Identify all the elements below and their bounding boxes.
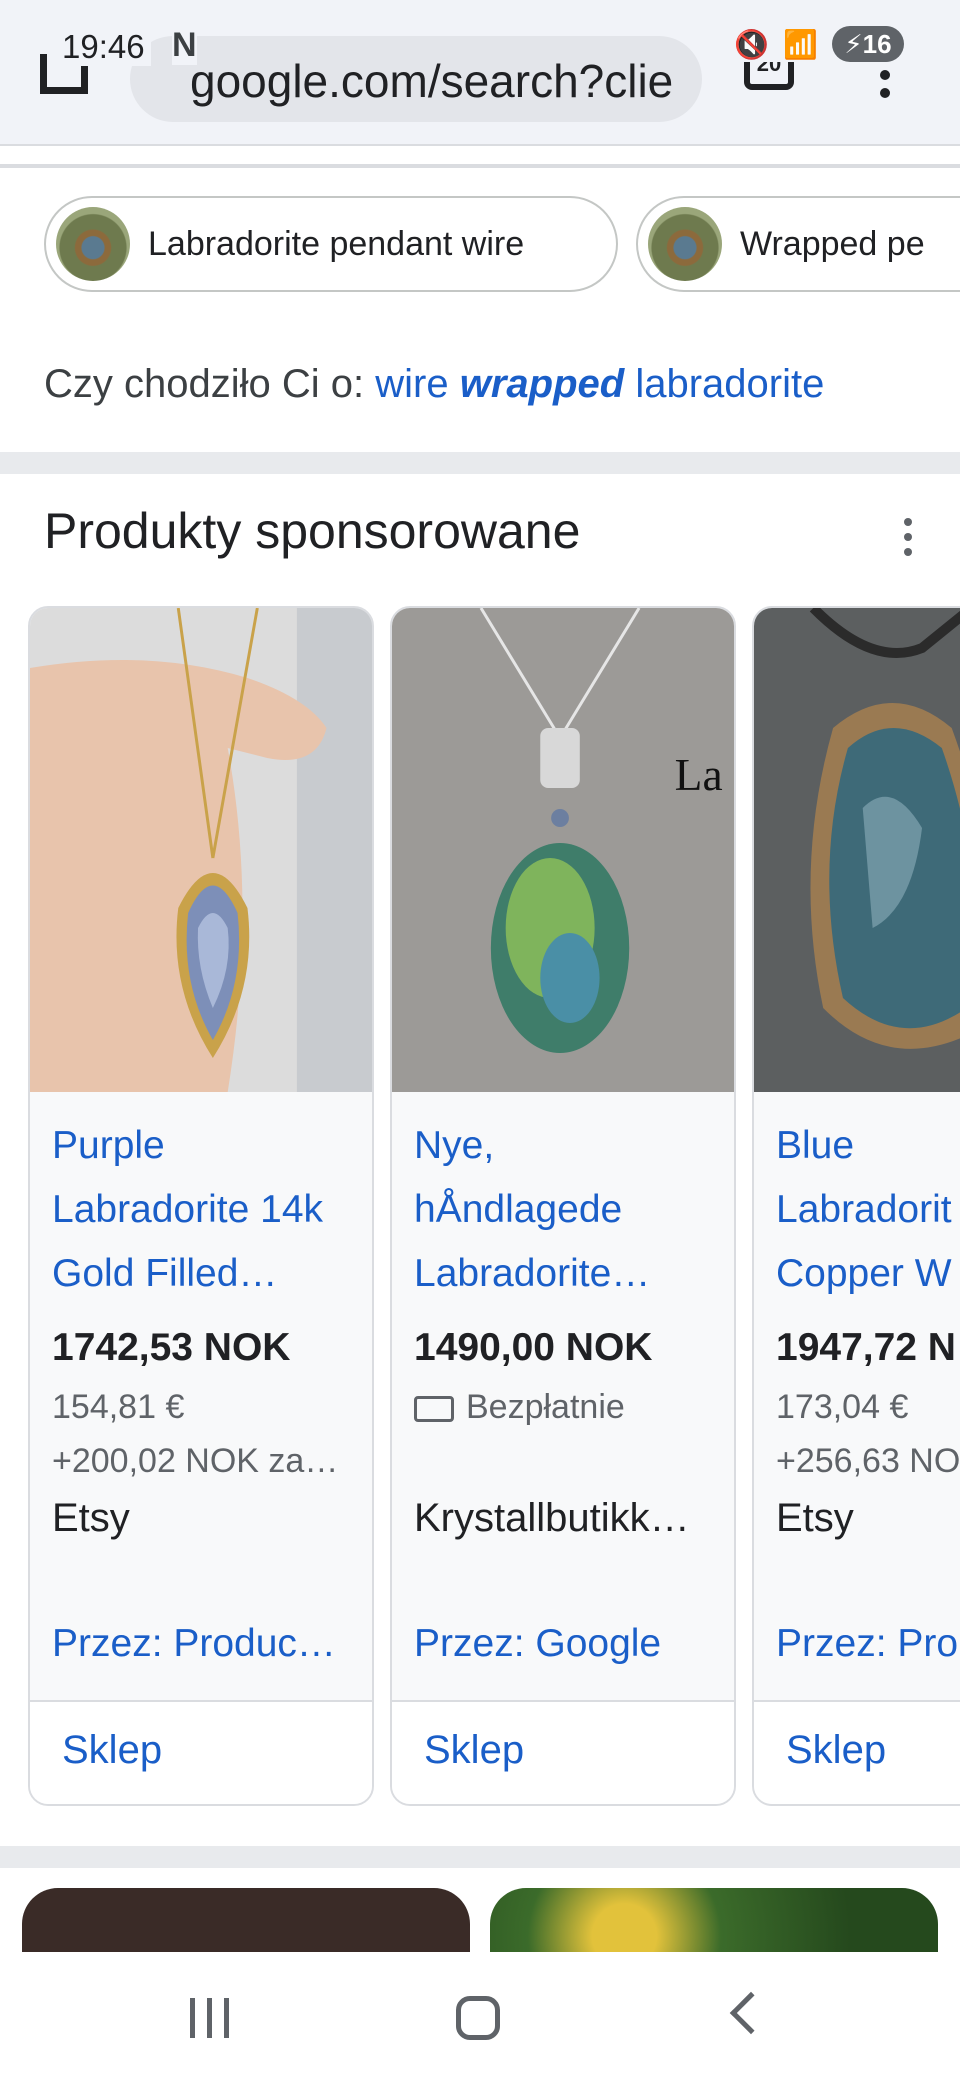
section-separator: [0, 452, 960, 474]
chip-wrapped-pendant[interactable]: Wrapped pe: [636, 196, 960, 292]
product-source[interactable]: Przez: Google: [414, 1622, 661, 1666]
free-shipping: Bezpłatnie: [414, 1388, 625, 1427]
shop-button[interactable]: Sklep: [30, 1700, 372, 1804]
product-seller: Etsy: [52, 1496, 130, 1540]
battery-level: 16: [862, 28, 892, 59]
suggest-word: labradorite: [635, 362, 825, 406]
product-price: 1742,53 NOK: [52, 1326, 291, 1369]
url-text: google.com/search?clie: [190, 55, 674, 107]
product-seller: Krystallbutikk…: [414, 1496, 690, 1540]
product-price: 1490,00 NOK: [414, 1326, 653, 1369]
notification-icon: N: [172, 26, 197, 65]
chip-thumbnail: [648, 207, 722, 281]
product-image: [30, 608, 372, 1092]
system-nav-bar: [0, 1952, 960, 2080]
shop-button-label: Sklep: [786, 1728, 887, 1772]
wifi-icon: 📶: [783, 28, 818, 60]
shop-button[interactable]: Sklep: [392, 1700, 734, 1804]
chip-label: Wrapped pe: [740, 224, 925, 263]
divider: [0, 164, 960, 168]
product-price: 1947,72 N: [776, 1326, 956, 1369]
sponsored-products-carousel[interactable]: Purple Labradorite 14k Gold Filled… 1742…: [0, 606, 960, 1806]
chip-labradorite-pendant-wire[interactable]: Labradorite pendant wire: [44, 196, 618, 292]
did-you-mean: Czy chodziło Ci o: wire wrapped labrador…: [44, 362, 824, 407]
product-info: Purple Labradorite 14k Gold Filled… 1742…: [30, 1092, 372, 1672]
back-icon[interactable]: [729, 1991, 773, 2035]
product-title[interactable]: Purple Labradorite 14k Gold Filled…: [52, 1114, 362, 1306]
svg-text:La: La: [675, 749, 723, 800]
did-you-mean-prefix: Czy chodziło Ci o:: [44, 362, 365, 406]
shop-button[interactable]: Sklep: [754, 1700, 960, 1804]
product-price-secondary: 154,81 €: [52, 1388, 185, 1426]
product-card[interactable]: Purple Labradorite 14k Gold Filled… 1742…: [28, 606, 374, 1806]
battery-icon: ⚡ 16: [832, 26, 904, 62]
result-image[interactable]: [490, 1888, 938, 1952]
chip-thumbnail: [56, 207, 130, 281]
section-separator: [0, 1846, 960, 1868]
product-source[interactable]: Przez: Produc…: [52, 1622, 336, 1666]
product-info: Nye, hÅndlagede Labradorite… 1490,00 NOK…: [392, 1092, 734, 1672]
did-you-mean-link[interactable]: wire wrapped labradorite: [375, 362, 824, 406]
image-results-row: [0, 1888, 960, 1952]
shipping-label: Bezpłatnie: [466, 1388, 625, 1426]
home-button-icon[interactable]: [456, 1996, 500, 2040]
divider: [0, 144, 960, 146]
product-title[interactable]: Blue Labradorit Copper W: [776, 1114, 960, 1306]
section-title: Produkty sponsorowane: [44, 503, 581, 559]
suggest-word-corrected: wrapped: [459, 362, 625, 406]
browser-top-bar: google.com/search?clie 20 19:46 N 🔇 📶 ⚡ 1…: [0, 0, 960, 146]
more-options-icon[interactable]: [904, 518, 912, 556]
product-source[interactable]: Przez: Pro: [776, 1622, 958, 1666]
product-shipping: +256,63 NO: [776, 1442, 960, 1480]
related-search-chips: Labradorite pendant wire Wrapped pe: [0, 196, 960, 294]
address-bar[interactable]: google.com/search?clie: [130, 36, 702, 122]
product-title[interactable]: Nye, hÅndlagede Labradorite…: [414, 1114, 724, 1306]
result-image[interactable]: [22, 1888, 470, 1952]
suggest-word: wire: [375, 362, 449, 406]
product-price-secondary: 173,04 €: [776, 1388, 909, 1426]
shop-button-label: Sklep: [424, 1728, 525, 1772]
status-icons: 🔇 📶 ⚡ 16: [734, 26, 904, 62]
product-card[interactable]: La Nye, hÅndlagede Labradorite… 1490,00 …: [390, 606, 736, 1806]
product-card[interactable]: Blue Labradorit Copper W 1947,72 N 173,0…: [752, 606, 960, 1806]
product-image: [754, 608, 960, 1092]
mute-icon: 🔇: [734, 28, 770, 60]
truck-icon: [414, 1396, 454, 1423]
product-shipping: +200,02 NOK za…: [52, 1442, 339, 1480]
shop-button-label: Sklep: [62, 1728, 163, 1772]
product-image: La: [392, 608, 734, 1092]
status-time: 19:46: [62, 28, 151, 66]
product-seller: Etsy: [776, 1496, 854, 1540]
recent-apps-icon[interactable]: [190, 1998, 229, 2038]
chip-label: Labradorite pendant wire: [148, 224, 525, 263]
product-info: Blue Labradorit Copper W 1947,72 N 173,0…: [754, 1092, 960, 1672]
